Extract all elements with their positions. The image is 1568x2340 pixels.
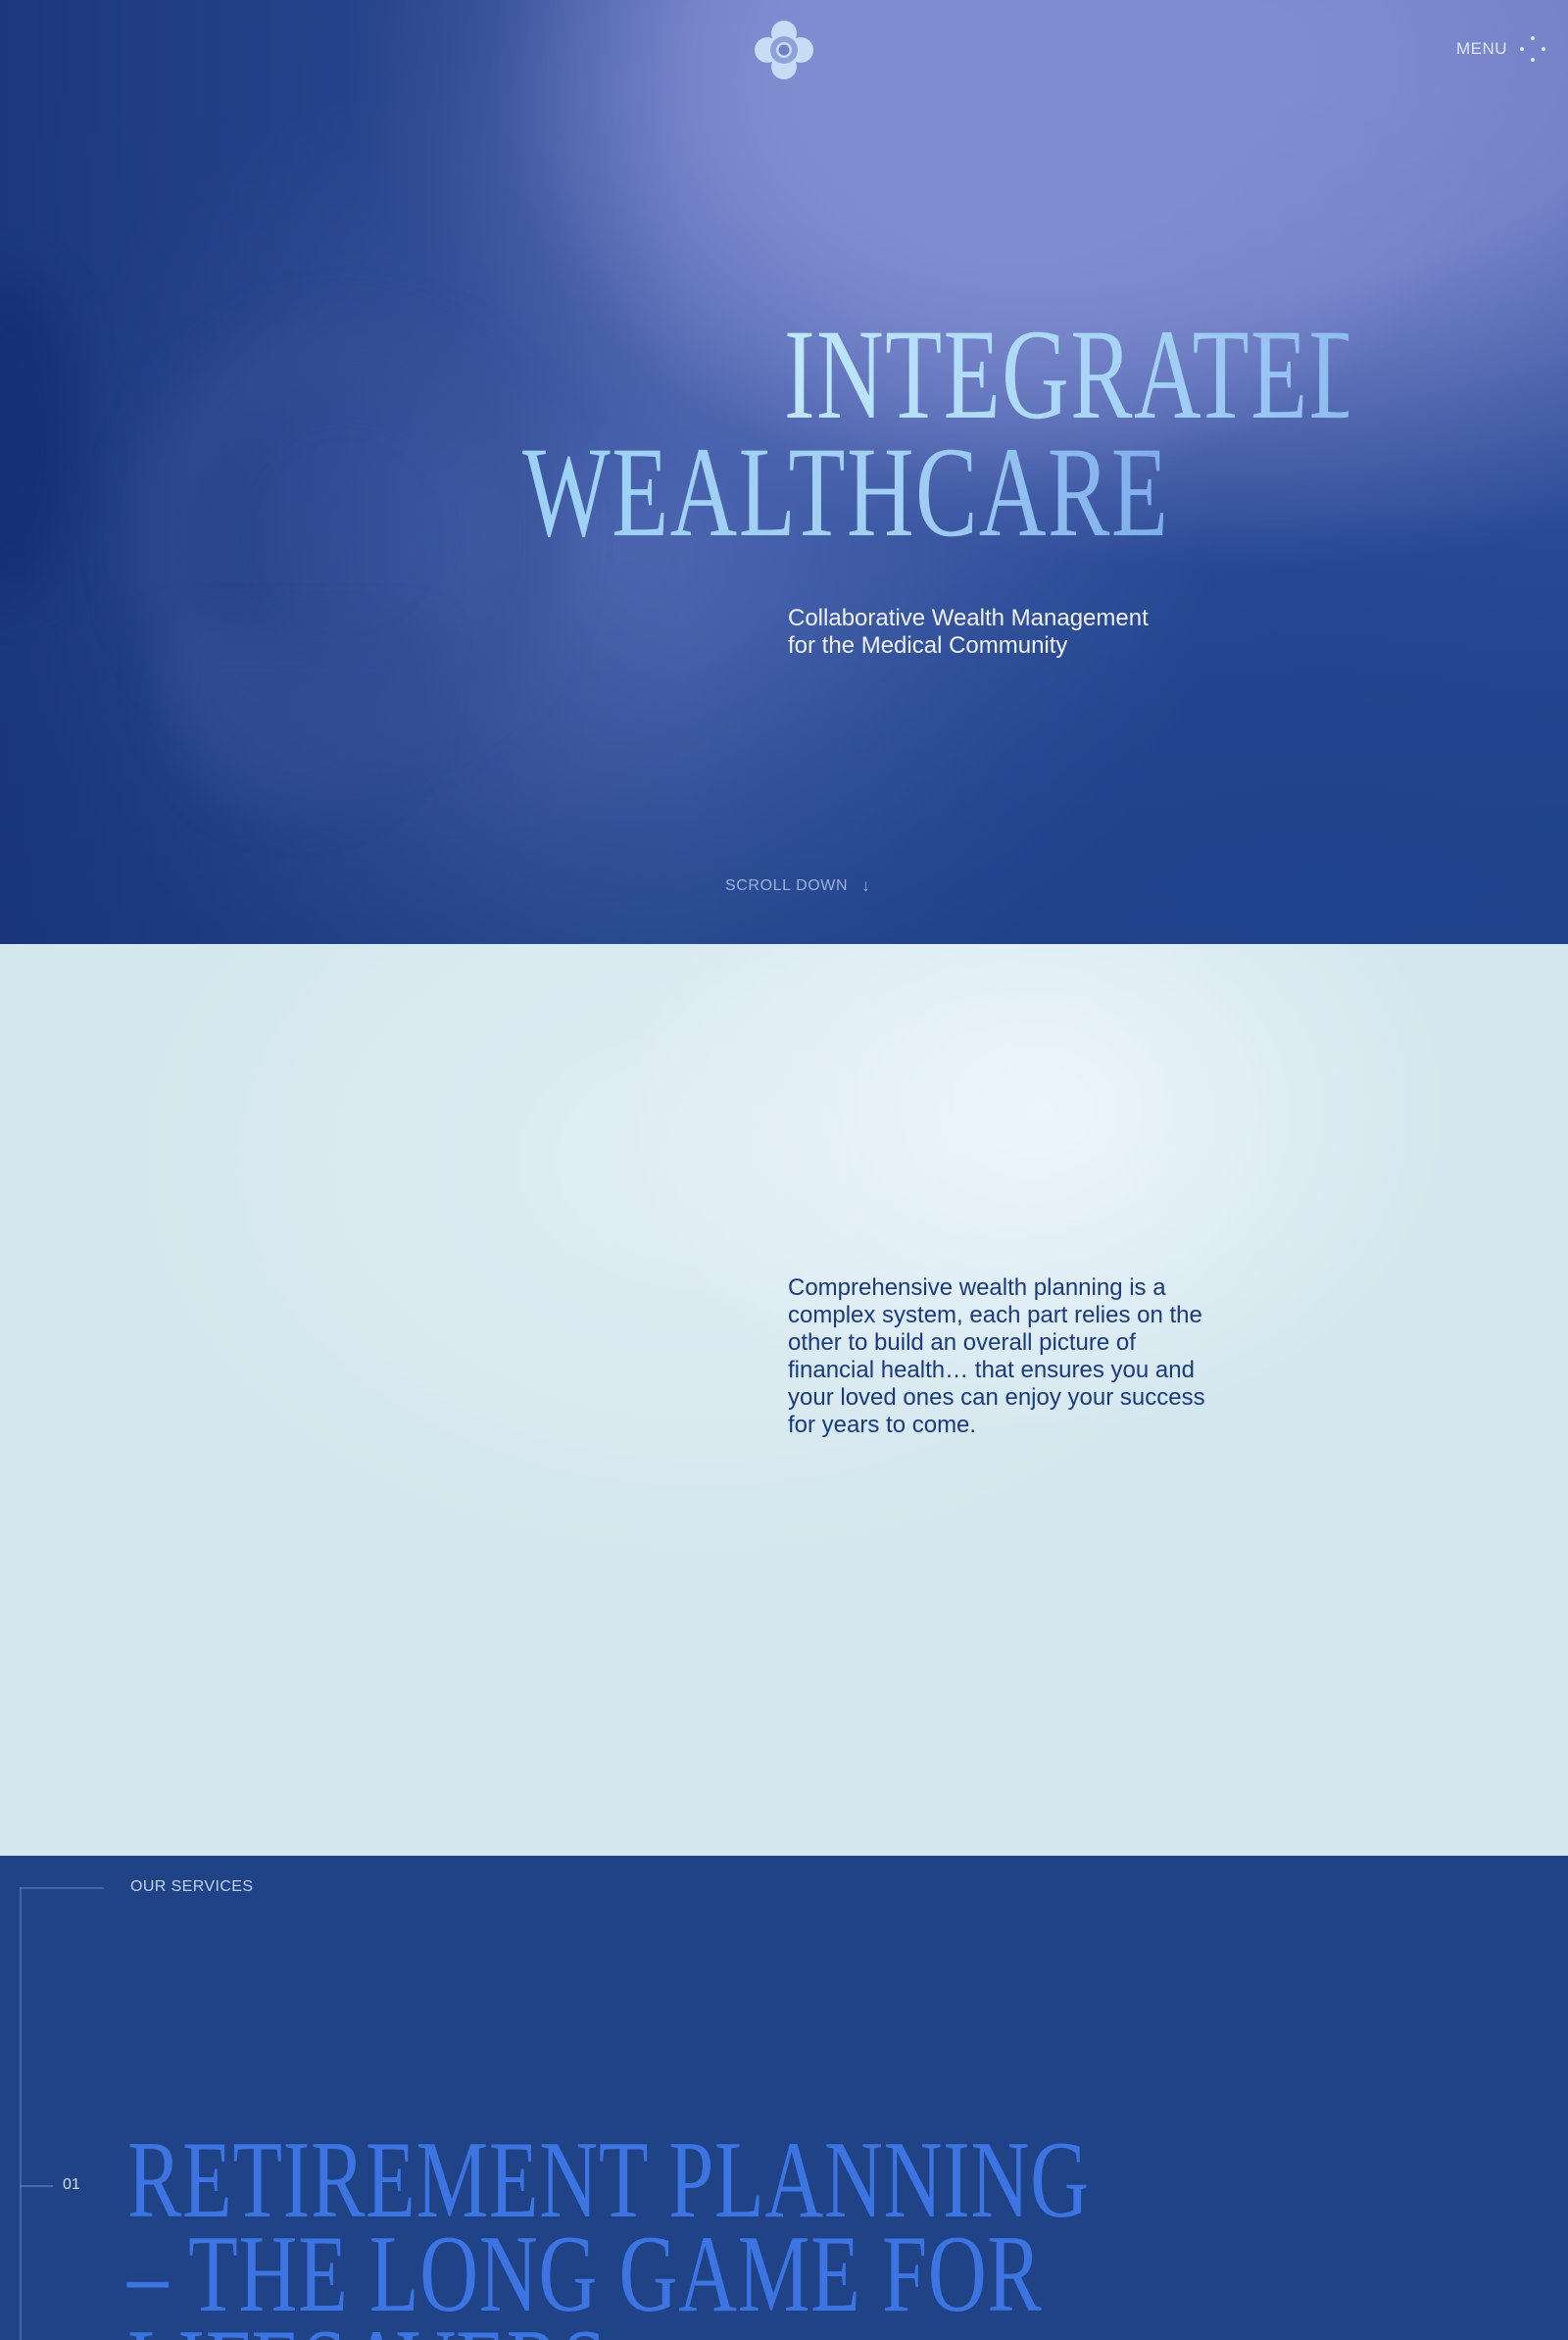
service-number: 01 (63, 2176, 80, 2193)
services-rail-line (20, 1887, 22, 2340)
hero-title-line-2: WEALTHCARE (522, 427, 1275, 557)
hero-subtitle-line-1: Collaborative Wealth Management (788, 605, 1149, 631)
hero-title: INTEGRATED WEALTHCARE (0, 302, 1568, 557)
service-title-line-3: LIFESAVERS (127, 2314, 1215, 2340)
services-rail-top (20, 1887, 104, 1889)
intro-section: Comprehensive wealth planning is a compl… (0, 944, 1568, 1856)
hero-subtitle: Collaborative Wealth Management for the … (788, 605, 1200, 660)
services-rail-tick (20, 2185, 53, 2187)
hero-title-line-1: INTEGRATED (784, 302, 1378, 446)
menu-label: MENU (1455, 39, 1507, 58)
scroll-down-button[interactable]: SCROLL DOWN ↓ (725, 876, 870, 896)
page: MENU INTEGRATED WEALTHCARE Collaborative… (0, 0, 1568, 2340)
flower-logo-icon[interactable] (753, 19, 815, 81)
scroll-down-label: SCROLL DOWN (725, 877, 849, 894)
services-label: OUR SERVICES (130, 1878, 254, 1895)
hero-subtitle-line-2: for the Medical Community (788, 632, 1068, 659)
menu-button[interactable]: MENU (1456, 35, 1546, 63)
dots-menu-icon (1519, 35, 1546, 63)
service-title[interactable]: RETIREMENT PLANNING – THE LONG GAME FOR … (127, 2125, 1568, 2340)
services-section: OUR SERVICES 01 RETIREMENT PLANNING – TH… (0, 1856, 1568, 2340)
arrow-down-icon: ↓ (861, 876, 871, 895)
intro-paragraph: Comprehensive wealth planning is a compl… (788, 1274, 1205, 1438)
hero-section: MENU INTEGRATED WEALTHCARE Collaborative… (0, 0, 1568, 944)
